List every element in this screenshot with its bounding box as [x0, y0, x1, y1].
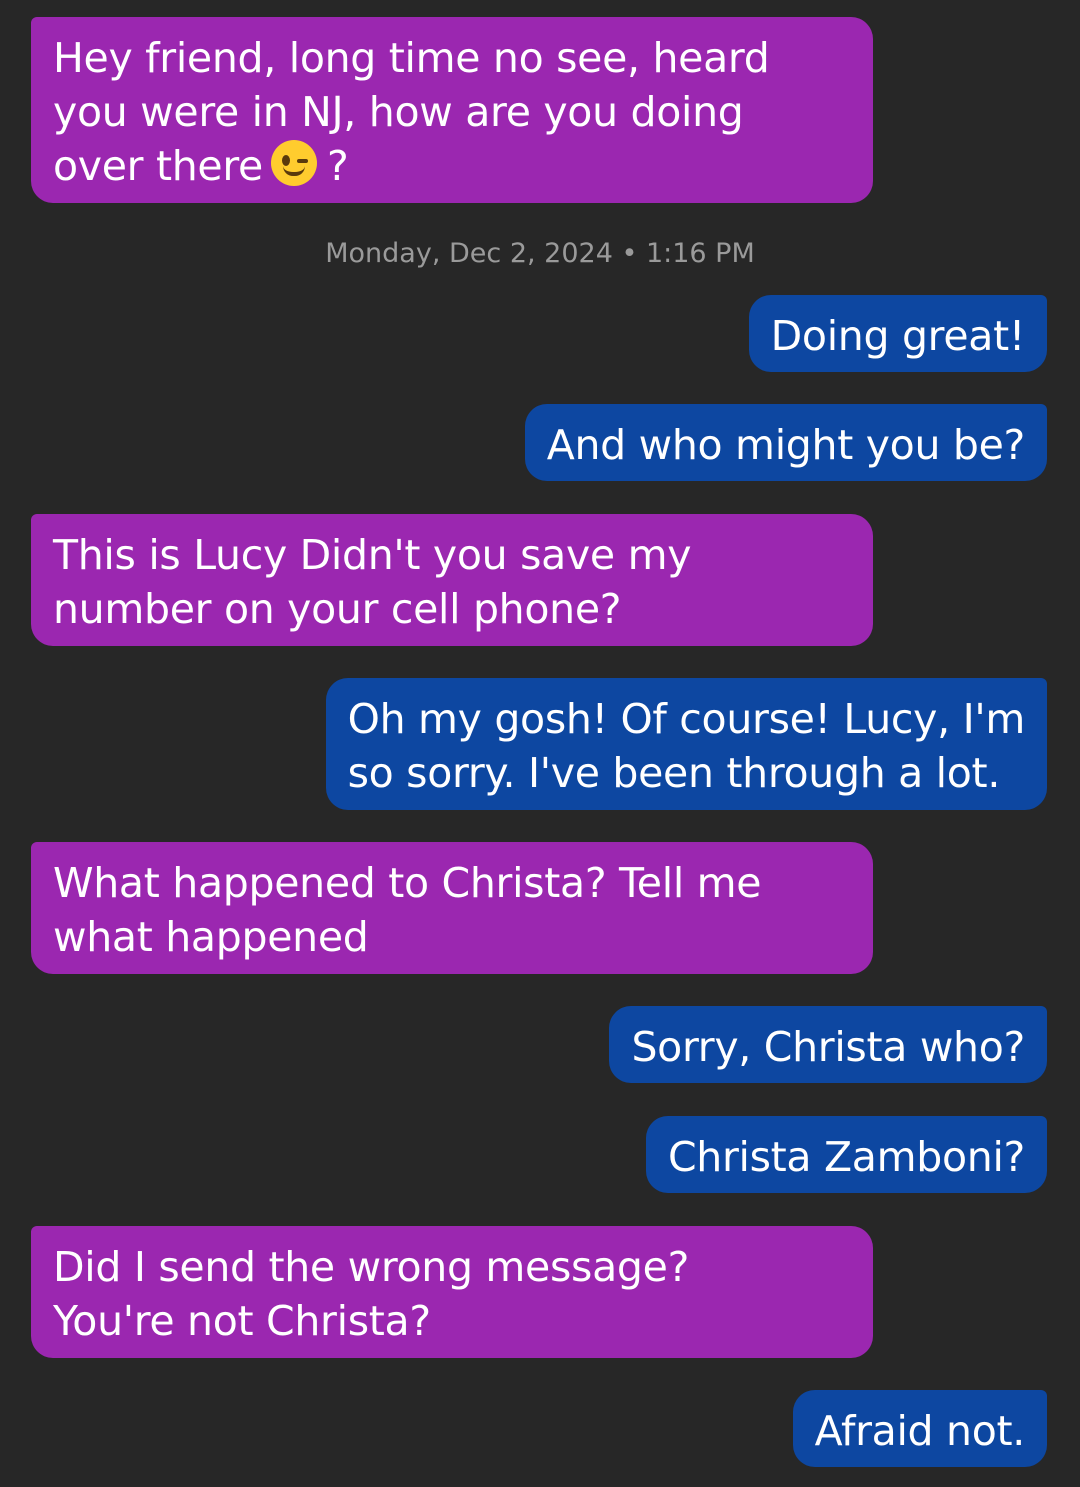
message-text-line: What happened to Christa? Tell me	[53, 859, 762, 907]
message-bubble-outgoing[interactable]: Sorry, Christa who?	[609, 1006, 1047, 1083]
message-text-line: Hey friend, long time no see, heard	[53, 34, 770, 82]
message-text-line: Christa Zamboni?	[667, 1133, 1025, 1181]
message-text-line: You're not Christa?	[53, 1297, 431, 1345]
message-bubble-incoming[interactable]: Hey friend, long time no see, heard you …	[31, 17, 873, 203]
message-text-line: Did I send the wrong message?	[53, 1243, 690, 1291]
winking-face-icon	[270, 140, 317, 186]
message-text-line: This is Lucy Didn't you save my	[53, 531, 692, 579]
message-thread: Hey friend, long time no see, heard you …	[0, 0, 1080, 1487]
message-text-line: number on your cell phone?	[53, 585, 622, 633]
message-text-line: Doing great!	[770, 312, 1026, 360]
message-text-line: what happened	[53, 913, 369, 961]
message-text-line: over there?	[53, 139, 851, 193]
message-text-line: Sorry, Christa who?	[631, 1023, 1025, 1071]
message-bubble-outgoing[interactable]: Christa Zamboni?	[645, 1116, 1047, 1193]
message-text-line: Oh my gosh! Of course! Lucy, I'm	[347, 695, 1026, 743]
message-text-line: so sorry. I've been through a lot.	[347, 749, 1001, 797]
message-bubble-incoming[interactable]: This is Lucy Didn't you save my number o…	[31, 514, 873, 646]
message-bubble-outgoing[interactable]: Afraid not.	[792, 1390, 1047, 1467]
message-text-fragment: over there	[53, 142, 263, 190]
message-text-line: Afraid not.	[814, 1407, 1026, 1455]
message-bubble-outgoing[interactable]: Doing great!	[748, 295, 1047, 372]
message-text-line: And who might you be?	[546, 421, 1026, 469]
message-bubble-incoming[interactable]: Did I send the wrong message? You're not…	[31, 1226, 873, 1358]
message-text-line: you were in NJ, how are you doing	[53, 88, 744, 136]
message-text-fragment: ?	[326, 142, 349, 190]
date-timestamp: Monday, Dec 2, 2024 • 1:16 PM	[325, 238, 755, 269]
message-bubble-outgoing[interactable]: And who might you be?	[524, 404, 1047, 481]
message-bubble-outgoing[interactable]: Oh my gosh! Of course! Lucy, I'm so sorr…	[325, 678, 1047, 810]
message-bubble-incoming[interactable]: What happened to Christa? Tell me what h…	[31, 842, 873, 974]
